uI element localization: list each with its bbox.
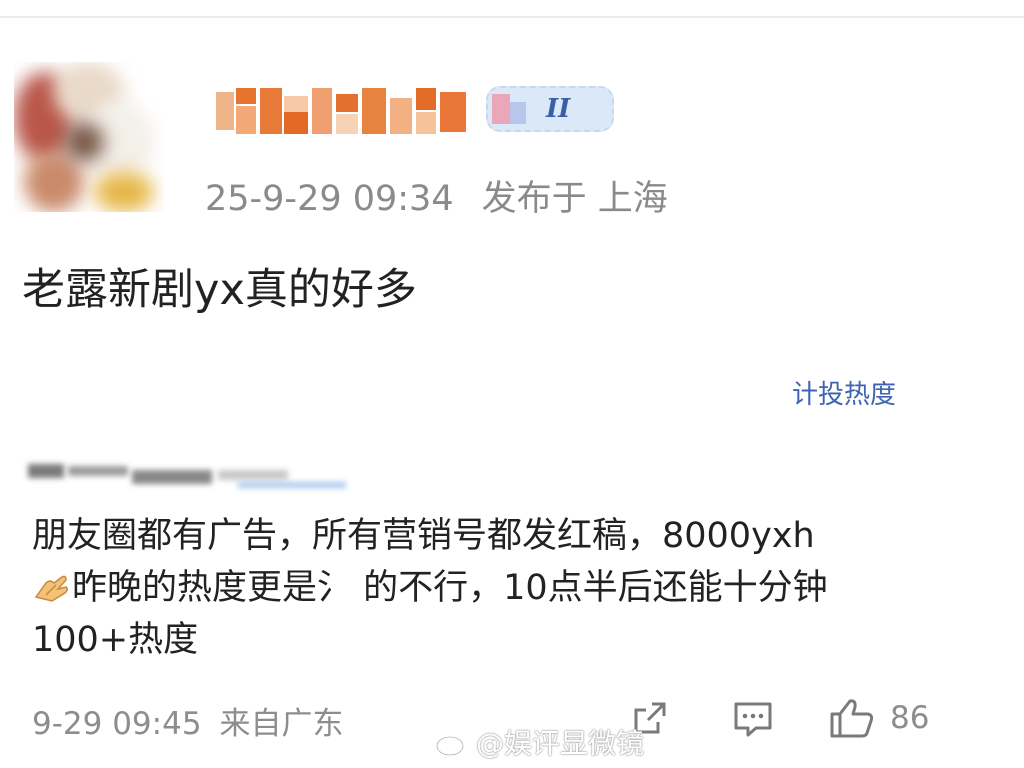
post-timestamp: 25-9-29 09:34 [205,179,454,219]
comment-line-3: 100+热度 [32,620,199,660]
comment-line-2: 昨晚的热度更是氵 的不行，10点半后还能十分钟 [32,562,932,614]
watermark-text: @娱评显微镜 [476,727,645,760]
like-icon[interactable] [828,698,876,738]
weibo-logo-icon [435,731,470,757]
comment-meta: 9-29 09:45 来自广东 [32,698,344,743]
avatar[interactable] [14,62,164,212]
post-text: 老露新剧yx真的好多 [22,265,417,315]
comment-body: 朋友圈都有广告，所有营销号都发红稿，8000yxh 昨晚的热度更是氵 的不行，1… [32,510,932,666]
like-count: 86 [890,700,930,736]
top-divider [0,16,1024,18]
post-location: 发布于 上海 [481,179,668,219]
hot-link[interactable]: 计投热度 [792,380,896,411]
commenter-name-redacted[interactable] [28,456,348,492]
comment-timestamp: 9-29 09:45 [32,706,202,742]
comment-icon[interactable] [732,698,774,738]
username-redacted[interactable] [216,88,476,134]
comment-source: 来自广东 [219,706,344,742]
level-badge-number: II [546,94,571,124]
comment-line-1: 朋友圈都有广告，所有营销号都发红稿，8000yxh [32,516,815,556]
level-badge: II [486,86,614,132]
post-meta: 25-9-29 09:34 发布于 上海 [205,170,668,221]
comment-line-2-text: 昨晚的热度更是氵 的不行，10点半后还能十分钟 [72,568,828,608]
clap-hands-icon [34,575,69,602]
watermark: @娱评显微镜 [434,722,644,762]
